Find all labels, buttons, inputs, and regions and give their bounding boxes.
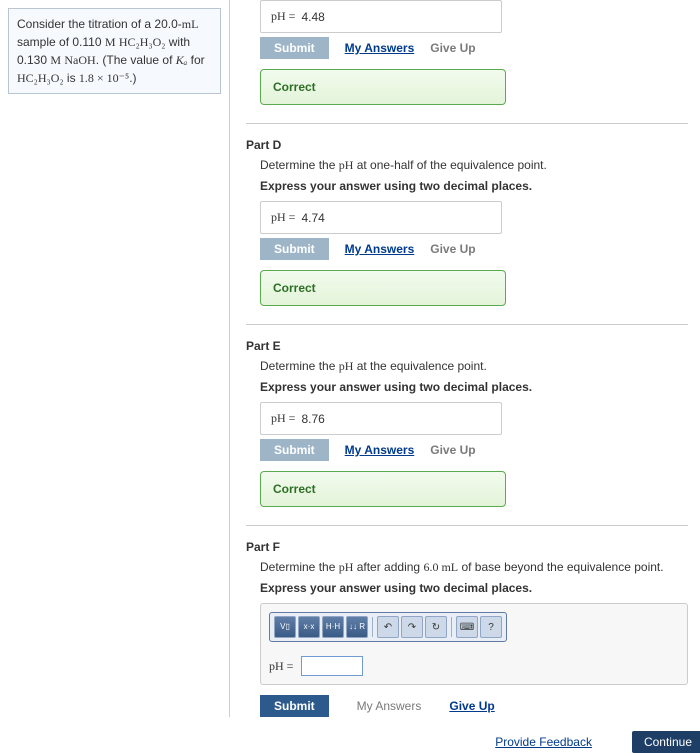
acid-formula: HC₂H₃O₂ — [119, 35, 166, 49]
ph-label: pH = — [271, 210, 295, 225]
redo-icon[interactable]: ↷ — [401, 616, 423, 638]
submit-button[interactable]: Submit — [260, 238, 329, 260]
correct-feedback: Correct — [260, 270, 506, 306]
unit-mL: mL — [441, 560, 458, 574]
help-icon[interactable]: ? — [480, 616, 502, 638]
problem-statement: Consider the titration of a 20.0-mL samp… — [8, 8, 221, 94]
part-instructions: Express your answer using two decimal pl… — [260, 380, 688, 394]
base-formula: NaOH — [64, 53, 95, 67]
ph-var: pH — [339, 158, 354, 172]
acid-formula: HC₂H₃O₂ — [17, 71, 64, 85]
part-instructions: Express your answer using two decimal pl… — [260, 179, 688, 193]
part-prompt: Determine the pH after adding 6.0 mL of … — [260, 560, 688, 575]
my-answers-link[interactable]: My Answers — [345, 443, 415, 457]
provide-feedback-link[interactable]: Provide Feedback — [495, 735, 592, 749]
part-separator — [246, 525, 688, 526]
answer-display: pH = 8.76 — [260, 402, 502, 435]
template-button-1[interactable]: V▯ — [274, 616, 296, 638]
give-up-link[interactable]: Give Up — [449, 699, 494, 713]
my-answers-link[interactable]: My Answers — [345, 41, 415, 55]
problem-text: . (The value of — [96, 53, 176, 67]
my-answers-link[interactable]: My Answers — [345, 242, 415, 256]
part-prompt: Determine the pH at one-half of the equi… — [260, 158, 688, 173]
unit-M: M — [105, 35, 116, 49]
keyboard-icon[interactable]: ⌨ — [456, 616, 478, 638]
ph-var: pH — [339, 560, 354, 574]
ph-label: pH = — [269, 659, 293, 674]
correct-feedback: Correct — [260, 69, 506, 105]
template-button-4[interactable]: ↓↓ R — [346, 616, 368, 638]
part-title: Part E — [246, 339, 688, 353]
part-prompt: Determine the pH at the equivalence poin… — [260, 359, 688, 374]
answer-value: 4.74 — [301, 211, 324, 225]
part-title: Part F — [246, 540, 688, 554]
answer-display: pH = 4.48 — [260, 0, 502, 33]
amount: 6.0 — [423, 560, 441, 574]
give-up-link[interactable]: Give Up — [430, 242, 475, 256]
problem-text: Consider the titration of a 20.0- — [17, 17, 182, 31]
part-title: Part D — [246, 138, 688, 152]
toolbar-separator — [372, 617, 373, 637]
ph-label: pH = — [271, 411, 295, 426]
ph-var: pH — [339, 359, 354, 373]
undo-icon[interactable]: ↶ — [377, 616, 399, 638]
answer-value: 4.48 — [301, 10, 324, 24]
answer-input[interactable] — [301, 656, 363, 676]
equation-toolbar: V▯ x·x H·H ↓↓ R ↶ ↷ ↻ ⌨ ? — [269, 612, 507, 642]
toolbar-separator — [451, 617, 452, 637]
reset-icon[interactable]: ↻ — [425, 616, 447, 638]
continue-button[interactable]: Continue — [632, 731, 700, 753]
submit-button[interactable]: Submit — [260, 37, 329, 59]
answer-display: pH = 4.74 — [260, 201, 502, 234]
give-up-link[interactable]: Give Up — [430, 443, 475, 457]
problem-text: is — [64, 71, 79, 85]
my-answers-link[interactable]: My Answers — [357, 699, 422, 713]
part-separator — [246, 123, 688, 124]
part-e: Part E Determine the pH at the equivalen… — [246, 339, 688, 507]
part-d: Part D Determine the pH at one-half of t… — [246, 138, 688, 306]
template-button-2[interactable]: x·x — [298, 616, 320, 638]
submit-button[interactable]: Submit — [260, 695, 329, 717]
problem-text: for — [187, 53, 204, 67]
part-separator — [246, 324, 688, 325]
answer-value: 8.76 — [301, 412, 324, 426]
give-up-link[interactable]: Give Up — [430, 41, 475, 55]
unit-M: M — [50, 53, 61, 67]
ka-symbol: Kₐ — [176, 53, 188, 67]
part-instructions: Express your answer using two decimal pl… — [260, 581, 688, 595]
ph-label: pH = — [271, 9, 295, 24]
ka-value: 1.8 × 10⁻⁵ — [79, 71, 129, 85]
answer-editor: V▯ x·x H·H ↓↓ R ↶ ↷ ↻ ⌨ ? pH = — [260, 603, 688, 685]
problem-text: .) — [129, 71, 136, 85]
problem-text: sample of 0.110 — [17, 35, 105, 49]
correct-feedback: Correct — [260, 471, 506, 507]
submit-button[interactable]: Submit — [260, 439, 329, 461]
template-button-3[interactable]: H·H — [322, 616, 344, 638]
part-f: Part F Determine the pH after adding 6.0… — [246, 540, 688, 717]
unit-mL: mL — [182, 17, 199, 31]
